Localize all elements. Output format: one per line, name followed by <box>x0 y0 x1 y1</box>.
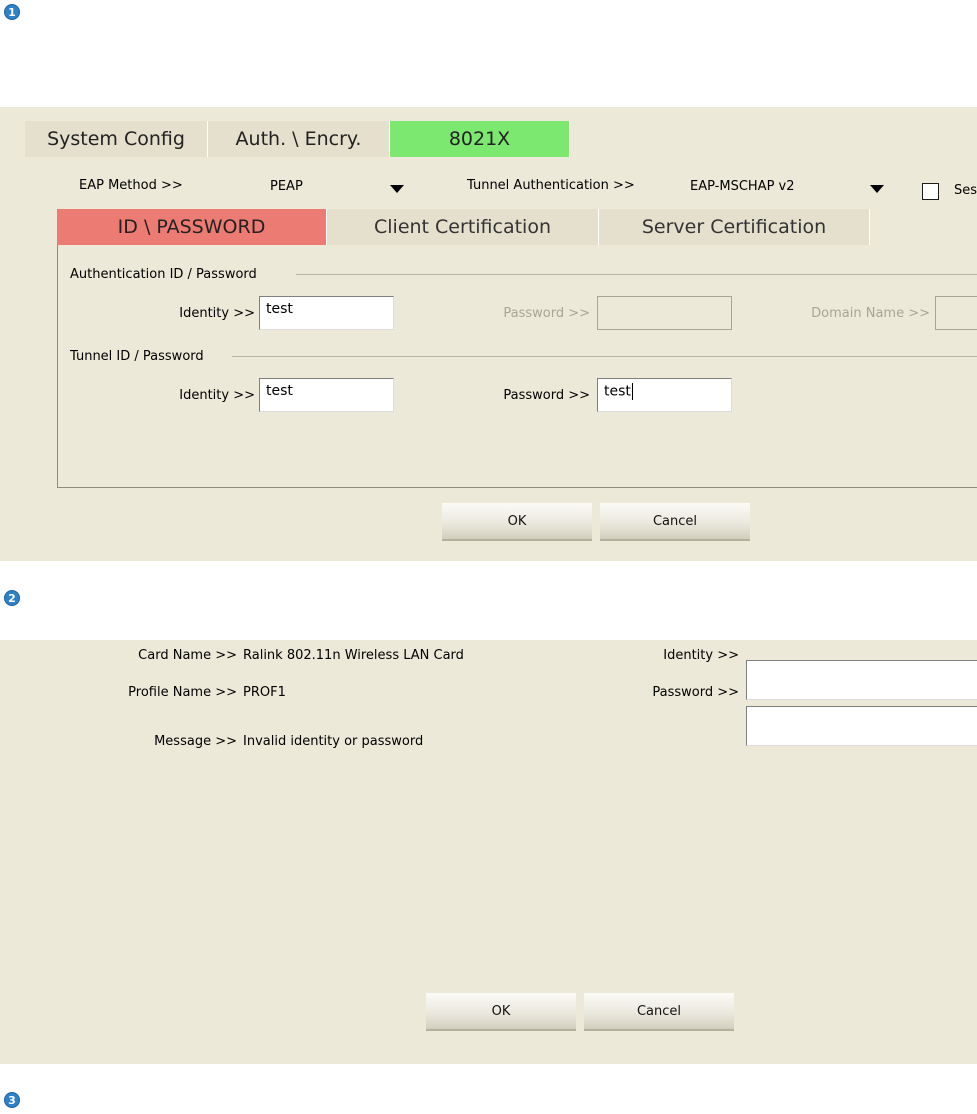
step-1-marker: 1 <box>4 4 20 20</box>
tunnel-password-value: test <box>604 383 631 400</box>
auth-group-line <box>296 274 977 275</box>
auth-identity-input[interactable]: test <box>259 296 394 330</box>
tunnel-group-title: Tunnel ID / Password <box>70 349 210 364</box>
cancel-button[interactable]: Cancel <box>600 503 750 541</box>
auth-password-input[interactable] <box>597 296 732 330</box>
prompt-ok-button[interactable]: OK <box>426 993 576 1031</box>
message-label: Message >> <box>154 734 237 749</box>
tunnel-auth-value[interactable]: EAP-MSCHAP v2 <box>690 179 795 194</box>
subtab-server-certification[interactable]: Server Certification <box>599 209 870 245</box>
tab-8021x[interactable]: 8021X <box>390 121 570 157</box>
auth-domain-label: Domain Name >> <box>811 306 930 321</box>
eap-method-dropdown-icon[interactable] <box>390 185 404 193</box>
prompt-identity-label: Identity >> <box>663 648 739 663</box>
tunnel-identity-label: Identity >> <box>179 388 255 403</box>
prompt-cancel-button[interactable]: Cancel <box>584 993 734 1031</box>
card-name-label: Card Name >> <box>138 648 237 663</box>
ok-button[interactable]: OK <box>442 503 592 541</box>
tunnel-identity-input[interactable]: test <box>259 378 394 412</box>
auth-identity-label: Identity >> <box>179 306 255 321</box>
prompt-password-input[interactable] <box>746 706 977 746</box>
auth-group-title: Authentication ID / Password <box>70 267 263 282</box>
session-resumption-label: Ses <box>954 183 977 198</box>
tab-auth-encry[interactable]: Auth. \ Encry. <box>208 121 390 157</box>
eap-method-value[interactable]: PEAP <box>270 179 303 194</box>
tunnel-auth-dropdown-icon[interactable] <box>870 185 884 193</box>
step-2-marker: 2 <box>4 590 20 606</box>
tunnel-auth-label: Tunnel Authentication >> <box>467 178 635 193</box>
message-value: Invalid identity or password <box>243 734 424 749</box>
profile-name-value: PROF1 <box>243 685 286 700</box>
tunnel-password-label: Password >> <box>503 388 590 403</box>
session-resumption-checkbox[interactable] <box>922 183 939 200</box>
prompt-password-label: Password >> <box>652 685 739 700</box>
subtab-client-certification[interactable]: Client Certification <box>327 209 599 245</box>
card-name-value: Ralink 802.11n Wireless LAN Card <box>243 648 464 663</box>
step-3-marker: 3 <box>4 1092 20 1108</box>
config-panel: System Config Auth. \ Encry. 8021X EAP M… <box>0 107 977 561</box>
tunnel-password-input[interactable]: test <box>597 378 732 412</box>
prompt-identity-input[interactable] <box>746 660 977 700</box>
auth-domain-input[interactable] <box>935 296 977 330</box>
subtab-id-password[interactable]: ID \ PASSWORD <box>57 209 327 245</box>
auth-prompt-panel: Card Name >> Ralink 802.11n Wireless LAN… <box>0 640 977 1064</box>
eap-method-label: EAP Method >> <box>79 178 183 193</box>
auth-password-label: Password >> <box>503 306 590 321</box>
profile-name-label: Profile Name >> <box>128 685 237 700</box>
text-cursor <box>631 383 633 400</box>
tab-system-config[interactable]: System Config <box>25 121 208 157</box>
tunnel-group-line <box>232 356 977 357</box>
